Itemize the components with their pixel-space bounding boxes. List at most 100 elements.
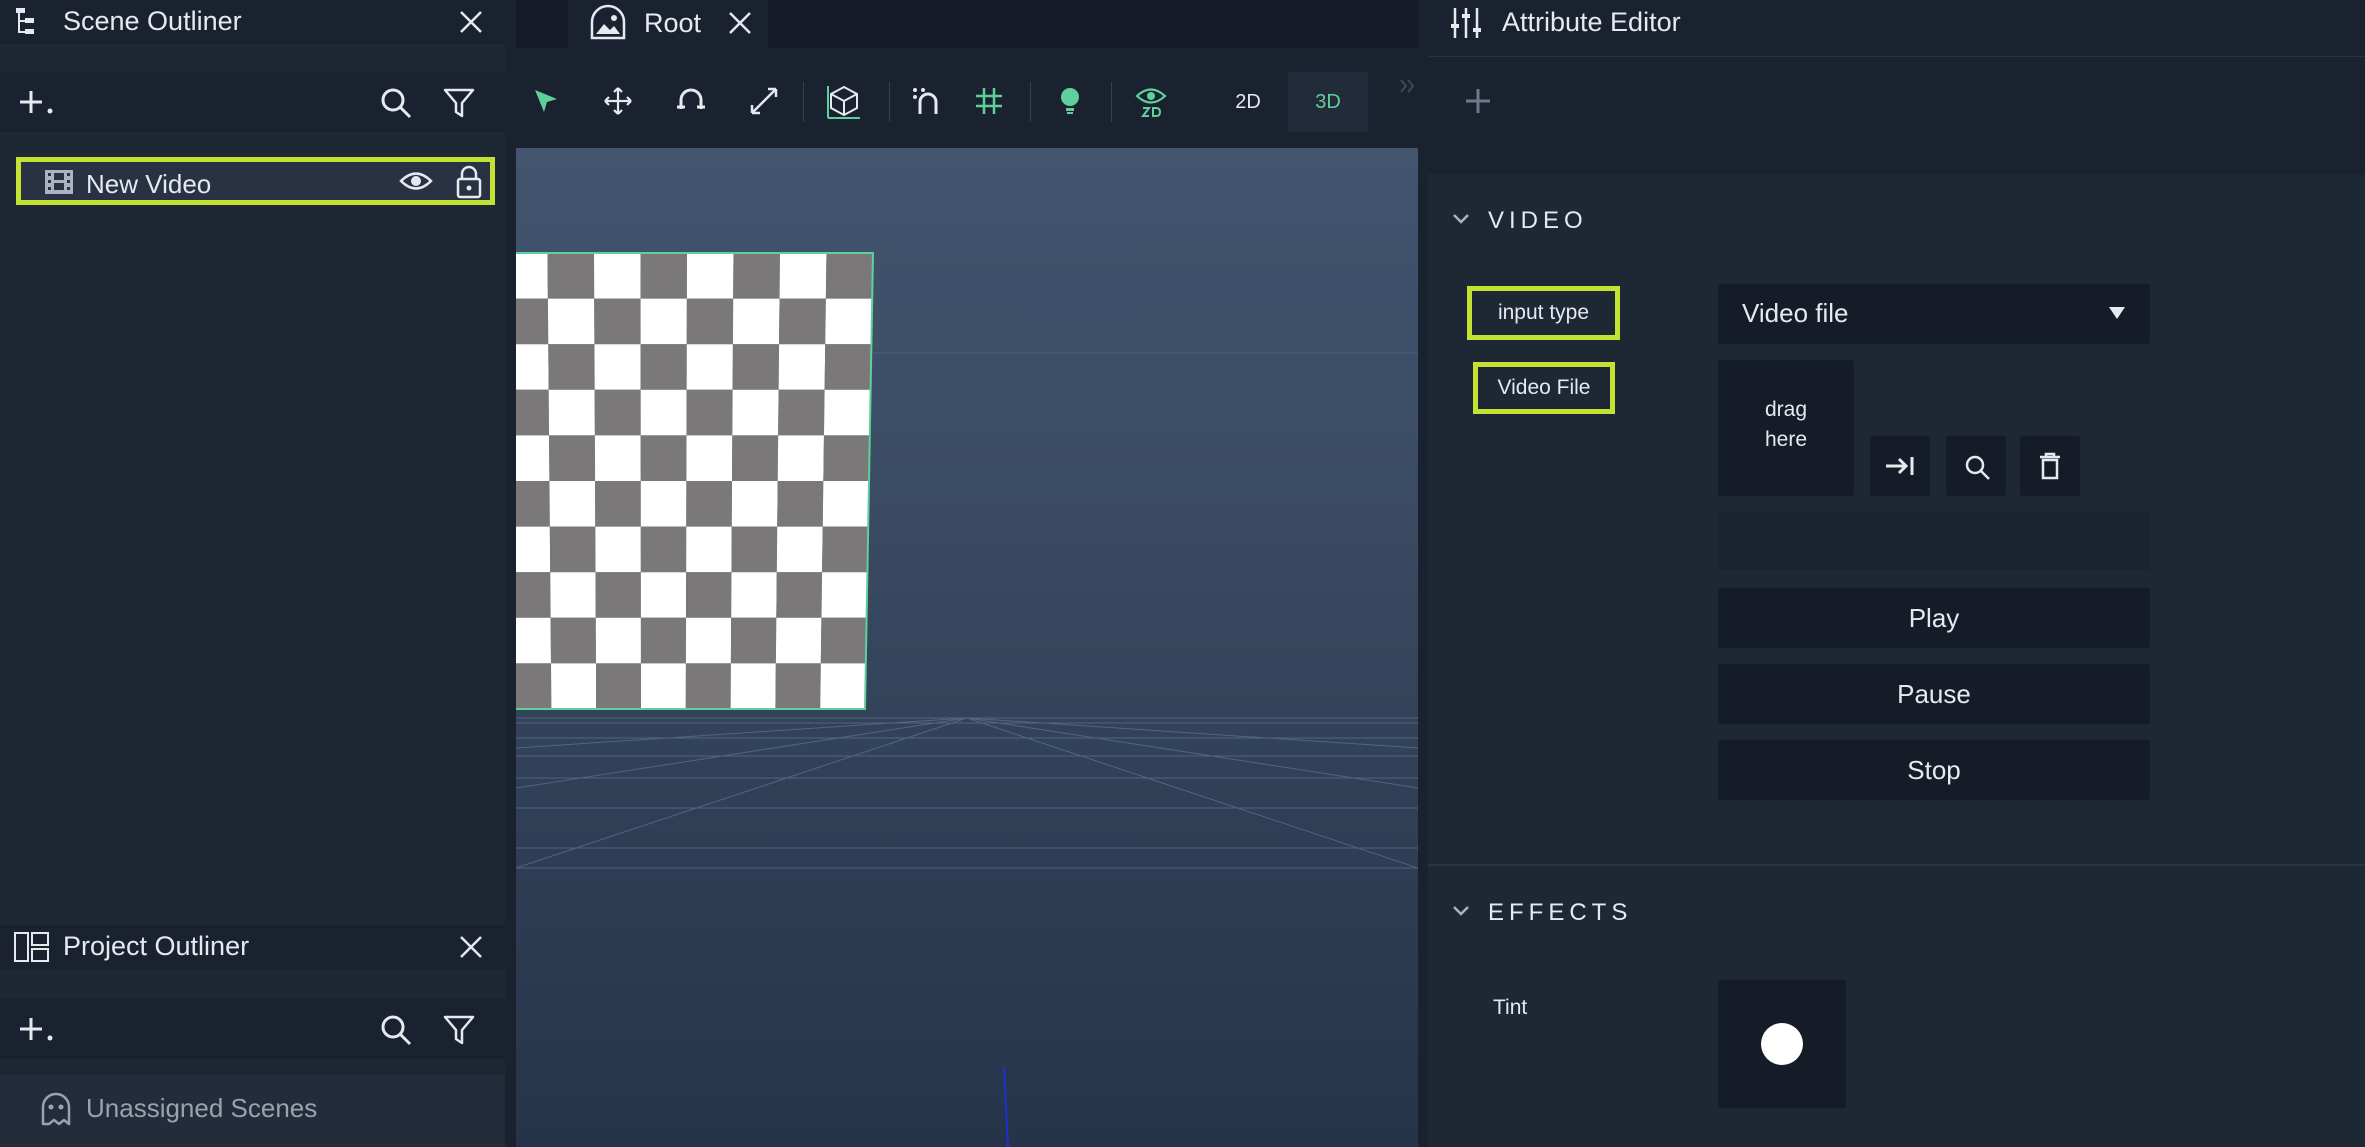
ghost-icon	[40, 1092, 72, 1126]
add-component-icon[interactable]	[1464, 87, 1492, 115]
checker-tile	[640, 663, 686, 709]
chevron-down-icon[interactable]	[1452, 213, 1470, 225]
select-arrow-icon[interactable]	[532, 87, 560, 115]
browse-file-button[interactable]	[1946, 436, 2006, 496]
arrow-to-line-icon	[1884, 454, 1916, 478]
section-title-effects[interactable]: EFFECTS	[1488, 899, 1632, 927]
add-icon[interactable]	[20, 1016, 56, 1044]
eye-icon[interactable]	[399, 168, 433, 194]
checker-tile	[824, 344, 872, 390]
checker-tile	[732, 435, 779, 481]
checker-tile	[594, 389, 641, 436]
checker-tile	[516, 572, 551, 618]
checker-tile	[640, 389, 687, 436]
checker-tile	[825, 253, 873, 299]
project-item-unassigned-scenes[interactable]: Unassigned Scenes	[0, 1075, 505, 1147]
checker-tile	[516, 344, 549, 390]
play-button[interactable]: Play	[1718, 588, 2150, 648]
checker-tile	[551, 663, 597, 709]
checker-tile	[516, 526, 551, 573]
dropdown-caret-icon	[2108, 306, 2126, 320]
section-title-video[interactable]: VIDEO	[1488, 207, 1588, 235]
checker-tile	[640, 617, 687, 664]
video-icon	[44, 169, 74, 195]
sliders-icon	[1450, 6, 1482, 40]
checker-tile	[821, 572, 868, 618]
checker-tile	[594, 435, 641, 481]
snap-icon[interactable]	[912, 86, 942, 116]
stop-button[interactable]: Stop	[1718, 740, 2150, 800]
pause-button[interactable]: Pause	[1718, 664, 2150, 724]
rotate-icon[interactable]	[676, 87, 706, 115]
input-type-select[interactable]: Video file	[1718, 284, 2150, 344]
add-icon[interactable]	[20, 89, 56, 117]
lock-icon[interactable]	[456, 165, 482, 199]
video-file-drop-zone[interactable]: drag here	[1718, 360, 1854, 496]
checker-tile	[732, 389, 779, 436]
checker-tile	[732, 298, 780, 345]
chevron-down-icon[interactable]	[1452, 905, 1470, 917]
search-icon[interactable]	[380, 87, 412, 119]
mode-2d-button[interactable]: 2D	[1208, 72, 1288, 132]
grid-icon[interactable]	[974, 86, 1004, 116]
z-axis-line	[1003, 1066, 1009, 1147]
close-icon[interactable]	[458, 9, 484, 35]
mode-3d-button[interactable]: 3D	[1288, 72, 1368, 132]
tab-root[interactable]: Root	[568, 0, 768, 48]
checker-tile	[595, 663, 641, 709]
trash-icon	[2039, 452, 2061, 480]
checker-tile	[686, 526, 732, 573]
project-item-label: Unassigned Scenes	[86, 1093, 318, 1123]
toolbar-divider	[1030, 82, 1031, 122]
checker-tile	[686, 389, 733, 436]
video-plane-checkerboard[interactable]	[516, 252, 875, 710]
scene-item-label: New Video	[86, 169, 212, 199]
toolbar-divider	[889, 82, 890, 122]
scene-item-new-video[interactable]: New Video	[16, 157, 495, 205]
checker-tile	[640, 298, 687, 345]
drop-text-line2: here	[1764, 428, 1808, 451]
3d-viewport[interactable]	[516, 148, 1418, 1147]
video-file-label: Video File	[1473, 362, 1615, 414]
scene-outliner-header: Scene Outliner	[0, 0, 505, 44]
checker-tile	[594, 253, 641, 299]
checker-tile	[731, 526, 778, 573]
checker-tile	[640, 435, 687, 481]
tint-color-swatch[interactable]	[1718, 980, 1846, 1108]
project-outliner-header: Project Outliner	[0, 925, 505, 969]
scene-outliner-toolbar	[0, 72, 505, 132]
local-axis-icon[interactable]	[826, 84, 862, 120]
attribute-editor-title: Attribute Editor	[1502, 7, 1681, 37]
checker-tile	[549, 526, 596, 573]
tint-label: Tint	[1493, 996, 1528, 1019]
move-icon[interactable]	[603, 86, 633, 116]
attribute-editor-toolbar	[1428, 56, 2365, 174]
input-type-label: input type	[1467, 286, 1620, 340]
checker-tile	[733, 253, 780, 299]
delete-file-button[interactable]	[2020, 436, 2080, 496]
checker-tile	[516, 481, 550, 527]
checker-tile	[516, 389, 550, 436]
checker-tile	[640, 572, 687, 618]
close-icon[interactable]	[458, 934, 484, 960]
view-2d-eye-icon[interactable]	[1134, 86, 1168, 118]
checker-tile	[731, 572, 777, 618]
light-bulb-icon[interactable]	[1058, 86, 1082, 116]
load-file-button[interactable]	[1870, 436, 1930, 496]
file-path-field[interactable]	[1718, 512, 2150, 570]
checker-tile	[730, 617, 777, 664]
color-dot-icon	[1760, 1022, 1804, 1066]
checker-tile	[685, 617, 732, 664]
checker-tile	[686, 481, 733, 527]
checker-tile	[777, 481, 824, 527]
checker-tile	[640, 481, 687, 527]
scale-icon[interactable]	[749, 86, 779, 116]
search-icon[interactable]	[380, 1014, 412, 1046]
filter-icon[interactable]	[443, 87, 475, 119]
overflow-chevron-icon[interactable]	[1398, 76, 1418, 96]
checker-tile	[686, 435, 733, 481]
close-icon[interactable]	[728, 11, 752, 35]
checker-tile	[731, 481, 778, 527]
checker-tile	[640, 344, 687, 390]
filter-icon[interactable]	[443, 1014, 475, 1046]
